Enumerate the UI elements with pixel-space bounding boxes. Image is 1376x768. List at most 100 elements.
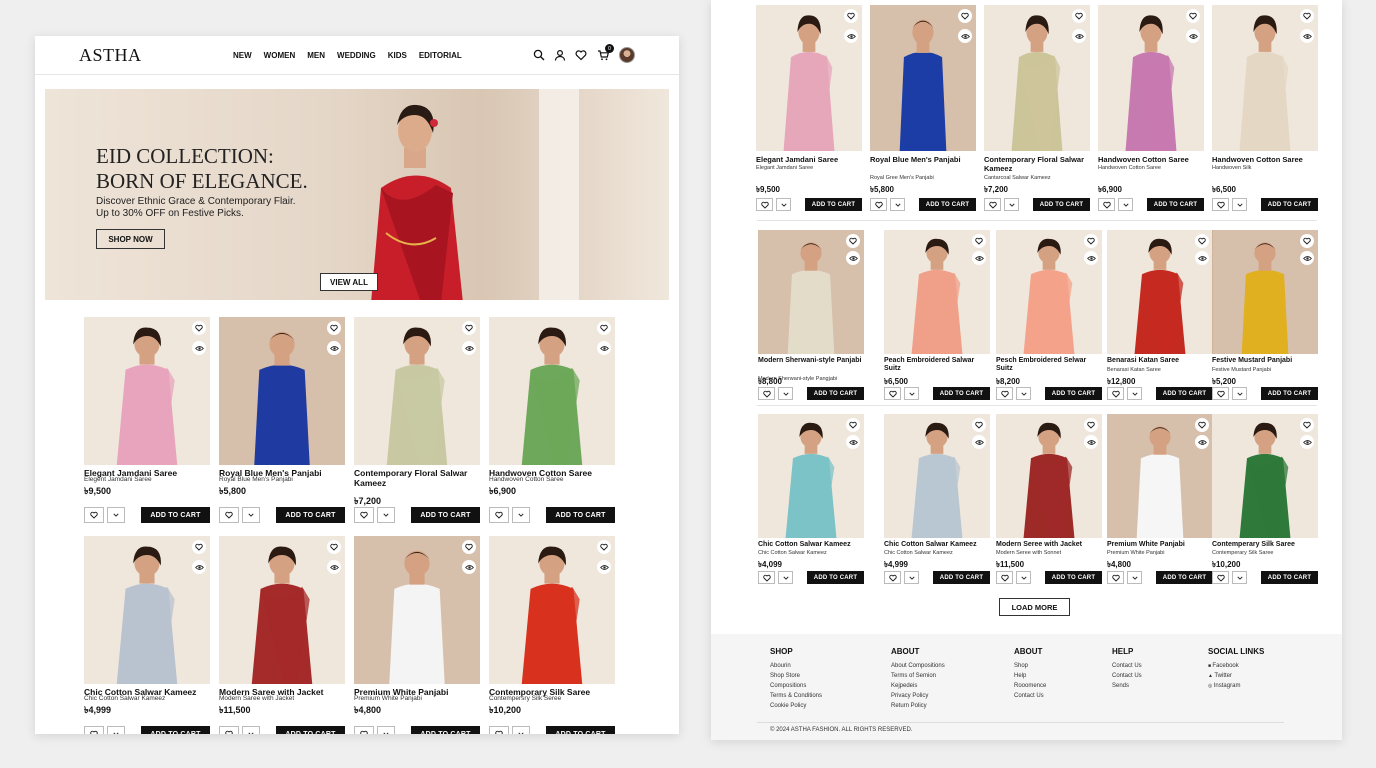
heart-icon[interactable]: [870, 198, 887, 211]
chevron-down-icon[interactable]: [778, 387, 793, 400]
heart-icon[interactable]: [489, 726, 509, 734]
eye-icon[interactable]: [327, 560, 341, 574]
product-image[interactable]: [84, 317, 210, 465]
product-name[interactable]: Handwoven Cotton Saree: [1212, 155, 1318, 165]
heart-icon[interactable]: [756, 198, 773, 211]
add-to-cart-button[interactable]: ADD TO CART: [1147, 198, 1204, 211]
heart-icon[interactable]: [219, 507, 239, 523]
heart-icon[interactable]: [846, 418, 860, 432]
add-to-cart-button[interactable]: ADD TO CART: [933, 387, 990, 400]
product-image[interactable]: [489, 536, 615, 684]
eye-icon[interactable]: [1300, 29, 1314, 43]
eye-icon[interactable]: [327, 341, 341, 355]
heart-icon[interactable]: [1098, 198, 1115, 211]
product-image[interactable]: [354, 317, 480, 465]
product-name[interactable]: Festive Mustard Panjabi: [1212, 357, 1318, 365]
product-image[interactable]: [756, 5, 862, 151]
eye-icon[interactable]: [1072, 29, 1086, 43]
eye-icon[interactable]: [462, 560, 476, 574]
heart-icon[interactable]: [884, 387, 901, 400]
heart-icon[interactable]: [972, 234, 986, 248]
product-name[interactable]: Contemporary Floral Salwar Kameez: [354, 468, 480, 488]
product-image[interactable]: [996, 230, 1102, 354]
product-name[interactable]: Peach Embroidered Salwar Suitz: [884, 357, 990, 373]
heart-icon[interactable]: [354, 507, 374, 523]
footer-link[interactable]: About Compositions: [891, 661, 945, 671]
add-to-cart-button[interactable]: ADD TO CART: [807, 571, 864, 584]
chevron-down-icon[interactable]: [512, 726, 530, 734]
footer-link[interactable]: Rooomence: [1014, 681, 1046, 691]
product-name[interactable]: Modern Sherwani-style Panjabi: [758, 357, 864, 365]
heart-icon[interactable]: [462, 540, 476, 554]
product-name[interactable]: Premium White Panjabi: [1107, 541, 1213, 549]
footer-link[interactable]: Terms of Semion: [891, 671, 945, 681]
heart-icon[interactable]: [489, 507, 509, 523]
shop-now-button[interactable]: SHOP NOW: [96, 229, 165, 249]
eye-icon[interactable]: [844, 29, 858, 43]
nav-women[interactable]: WOMEN: [264, 51, 296, 60]
social-link-instagram[interactable]: ◎ Instagram: [1208, 681, 1264, 691]
product-image[interactable]: [884, 230, 990, 354]
add-to-cart-button[interactable]: ADD TO CART: [1045, 571, 1102, 584]
heart-icon[interactable]: [574, 48, 588, 62]
eye-icon[interactable]: [1186, 29, 1200, 43]
add-to-cart-button[interactable]: ADD TO CART: [546, 726, 615, 734]
eye-icon[interactable]: [597, 341, 611, 355]
heart-icon[interactable]: [84, 507, 104, 523]
add-to-cart-button[interactable]: ADD TO CART: [411, 726, 480, 734]
avatar[interactable]: [619, 47, 635, 63]
footer-link[interactable]: Kejpedeis: [891, 681, 945, 691]
heart-icon[interactable]: [844, 9, 858, 23]
add-to-cart-button[interactable]: ADD TO CART: [276, 507, 345, 523]
product-image[interactable]: [870, 5, 976, 151]
heart-icon[interactable]: [1212, 571, 1229, 584]
heart-icon[interactable]: [1300, 234, 1314, 248]
heart-icon[interactable]: [1300, 418, 1314, 432]
eye-icon[interactable]: [1084, 435, 1098, 449]
view-all-button[interactable]: VIEW ALL: [320, 273, 378, 291]
product-image[interactable]: [984, 5, 1090, 151]
product-image[interactable]: [1212, 414, 1318, 538]
chevron-down-icon[interactable]: [512, 507, 530, 523]
load-more-button[interactable]: LOAD MORE: [999, 598, 1070, 616]
eye-icon[interactable]: [958, 29, 972, 43]
chevron-down-icon[interactable]: [1004, 198, 1019, 211]
heart-icon[interactable]: [958, 9, 972, 23]
footer-link[interactable]: Abourin: [770, 661, 822, 671]
heart-icon[interactable]: [597, 321, 611, 335]
heart-icon[interactable]: [84, 726, 104, 734]
heart-icon[interactable]: [972, 418, 986, 432]
add-to-cart-button[interactable]: ADD TO CART: [1261, 571, 1318, 584]
product-name[interactable]: Pesch Embroidered Selwar Suitz: [996, 357, 1102, 373]
chevron-down-icon[interactable]: [107, 507, 125, 523]
nav-men[interactable]: MEN: [307, 51, 325, 60]
product-image[interactable]: [758, 414, 864, 538]
chevron-down-icon[interactable]: [1232, 198, 1247, 211]
heart-icon[interactable]: [996, 387, 1013, 400]
footer-link[interactable]: Privacy Policy: [891, 691, 945, 701]
heart-icon[interactable]: [597, 540, 611, 554]
product-image[interactable]: [996, 414, 1102, 538]
add-to-cart-button[interactable]: ADD TO CART: [807, 387, 864, 400]
chevron-down-icon[interactable]: [1127, 571, 1142, 584]
nav-editorial[interactable]: EDITORIAL: [419, 51, 462, 60]
chevron-down-icon[interactable]: [1016, 387, 1031, 400]
eye-icon[interactable]: [192, 341, 206, 355]
product-image[interactable]: [1098, 5, 1204, 151]
product-name[interactable]: Contemperary Silk Saree: [1212, 541, 1318, 549]
add-to-cart-button[interactable]: ADD TO CART: [805, 198, 862, 211]
eye-icon[interactable]: [972, 435, 986, 449]
add-to-cart-button[interactable]: ADD TO CART: [141, 507, 210, 523]
chevron-down-icon[interactable]: [377, 507, 395, 523]
add-to-cart-button[interactable]: ADD TO CART: [1261, 198, 1318, 211]
product-image[interactable]: [219, 317, 345, 465]
chevron-down-icon[interactable]: [377, 726, 395, 734]
add-to-cart-button[interactable]: ADD TO CART: [141, 726, 210, 734]
chevron-down-icon[interactable]: [242, 507, 260, 523]
chevron-down-icon[interactable]: [107, 726, 125, 734]
eye-icon[interactable]: [462, 341, 476, 355]
add-to-cart-button[interactable]: ADD TO CART: [919, 198, 976, 211]
footer-link[interactable]: Help: [1014, 671, 1046, 681]
footer-link[interactable]: Contact Us: [1014, 691, 1046, 701]
product-image[interactable]: [354, 536, 480, 684]
